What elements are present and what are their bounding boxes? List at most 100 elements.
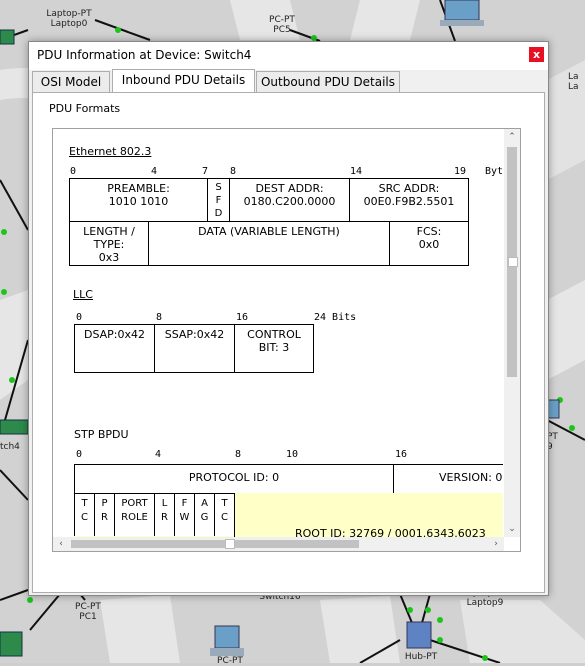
flag-char: R [101,512,108,523]
dest-addr-field: DEST ADDR: 0180.C200.0000 [229,178,350,222]
ethernet-tick: Byt [485,166,503,177]
flag-char: P [101,498,108,509]
tab-outbound-pdu-details[interactable]: Outbound PDU Details [256,71,400,92]
device-label-line1: PC-PT [269,15,295,25]
control-field: CONTROL BIT: 3 [234,324,314,373]
type-label: TYPE: [93,238,125,251]
device-label: tch4 [0,442,28,452]
device-label-line2: La [568,82,579,92]
sfd-char: S [215,182,222,193]
preamble-value: 1010 1010 [108,195,169,208]
scroll-right-icon[interactable]: › [489,537,503,551]
llc-tick: 24 Bits [314,312,357,323]
flag-char: C [221,512,228,523]
data-label: DATA (VARIABLE LENGTH) [198,225,340,238]
scroll-up-icon[interactable]: ⌃ [505,130,519,144]
length-type-field: LENGTH / TYPE: 0x3 [69,221,149,266]
dsap-field: DSAP:0x42 [74,324,155,373]
flag-char: W [179,512,190,523]
device-label-line2: PC1 [79,612,97,622]
stp-tick: 8 [235,449,242,460]
dsap-value: DSAP:0x42 [83,328,146,341]
stp-tick: 16 [395,449,408,460]
flag-char: R [161,512,168,523]
flag-char: C [81,512,88,523]
flag-tc2-field: T C [214,493,235,537]
llc-tick: 8 [156,312,163,323]
pdu-format-content: Ethernet 802.3 0 4 7 8 14 19 Byt PREAMBL… [53,129,503,537]
dialog-titlebar[interactable]: PDU Information at Device: Switch4 x [29,42,548,70]
fcs-field: FCS: 0x0 [389,221,469,266]
horizontal-scrollbar[interactable]: ‹ › [53,537,504,551]
horizontal-scroll-thumb[interactable] [71,540,359,548]
src-addr-label: SRC ADDR: [378,182,440,195]
ethernet-tick: 8 [230,166,237,177]
flag-pr-field: P R [94,493,115,537]
src-addr-value: 00E0.F9B2.5501 [363,195,455,208]
flag-char: PORT [121,498,148,509]
ethernet-tick: 0 [70,166,77,177]
preamble-field: PREAMBLE: 1010 1010 [69,178,208,222]
llc-title: LLC [73,288,93,301]
device-label-line1: PC-PT [75,602,101,612]
flag-tc-field: T C [74,493,95,537]
llc-tick: 0 [76,312,83,323]
device-label-line1: tch4 [0,442,20,452]
version-value: VERSION: 0 [439,471,503,484]
close-icon: x [532,48,541,61]
control-value: BIT: 3 [258,341,290,354]
data-field: DATA (VARIABLE LENGTH) [148,221,390,266]
dialog-title: PDU Information at Device: Switch4 [37,48,252,62]
stp-tick: 4 [155,449,162,460]
vertical-scrollbar[interactable]: ⌃ ⌄ [504,129,520,537]
protocol-id-field: PROTOCOL ID: 0 [74,464,394,494]
pdu-format-scroll-area[interactable]: Ethernet 802.3 0 4 7 8 14 19 Byt PREAMBL… [52,128,521,552]
close-button[interactable]: x [529,47,544,62]
dest-addr-label: DEST ADDR: [255,182,324,195]
device-label-line1: La [568,72,579,82]
scroll-grip [508,257,518,267]
ethernet-tick: 4 [151,166,158,177]
device-label-line2: Laptop9 [466,598,504,608]
device-label-line1: Laptop-PT [46,9,92,19]
device-label: La La [568,72,585,92]
ssap-value: SSAP:0x42 [164,328,225,341]
device-label: PC-PT PC1 [63,602,113,622]
flag-char: G [200,512,209,523]
device-label: PC-PT [205,656,255,666]
root-id-value: ROOT ID: 32769 / 0001.6343.6023 [295,527,486,537]
fcs-value: 0x0 [418,238,440,251]
flag-char: F [181,498,188,509]
tab-label: OSI Model [40,75,102,89]
pdu-info-dialog: PDU Information at Device: Switch4 x OSI… [28,41,549,596]
device-label-line2: PC5 [273,25,291,35]
flag-port-role-field: PORT ROLE [114,493,155,537]
version-field: VERSION: 0 [393,464,503,494]
preamble-label: PREAMBLE: [107,182,170,195]
stp-title: STP BPDU [74,428,129,441]
ethernet-tick: 19 [454,166,467,177]
fcs-label: FCS: [416,225,442,238]
ethernet-tick: 7 [202,166,209,177]
sfd-char: F [215,195,222,206]
protocol-id-value: PROTOCOL ID: 0 [188,471,280,484]
tab-osi-model[interactable]: OSI Model [32,71,110,92]
device-label: PT 9 [547,432,567,452]
tab-inbound-pdu-details[interactable]: Inbound PDU Details [112,69,255,93]
device-label-line2: Laptop0 [50,19,88,29]
flag-char: T [221,498,228,509]
device-label-line1: Hub-PT [404,652,438,662]
scroll-left-icon[interactable]: ‹ [54,537,68,551]
llc-tick: 16 [236,312,249,323]
dest-addr-value: 0180.C200.0000 [243,195,336,208]
ethernet-title: Ethernet 802.3 [69,145,152,158]
stp-tick: 10 [286,449,299,460]
device-label: Laptop-PT Laptop0 [36,9,102,29]
flag-ag-field: A G [194,493,215,537]
flag-fw-field: F W [174,493,195,537]
flag-char: A [201,498,208,509]
device-label-line1: PC-PT [217,656,243,666]
flag-char: ROLE [121,512,148,523]
tab-label: Outbound PDU Details [260,75,396,89]
scroll-down-icon[interactable]: ⌄ [505,522,519,536]
